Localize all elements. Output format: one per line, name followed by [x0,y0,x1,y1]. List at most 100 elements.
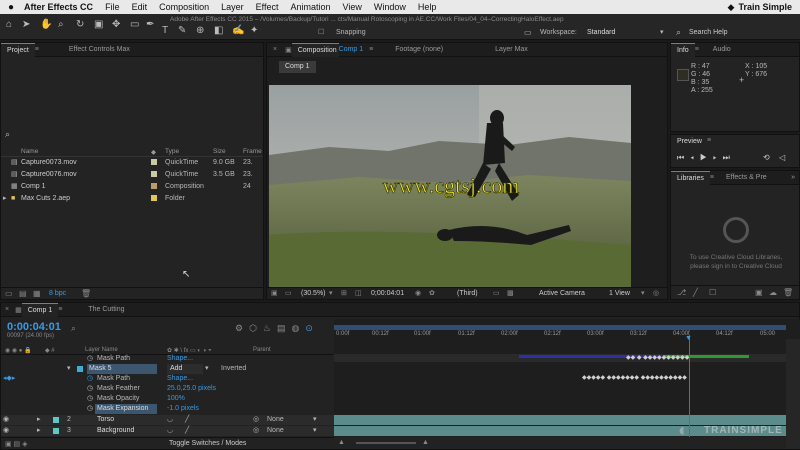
mask-tool-icon[interactable]: ▭ [130,19,139,30]
tab-composition-name[interactable]: Comp 1 [339,46,364,53]
roto-brush-icon[interactable]: ✍ [232,25,244,36]
interpret-footage-icon[interactable]: ▭ [5,289,13,298]
menu-app-name[interactable]: After Effects CC [24,2,93,12]
menu-help[interactable]: Help [418,2,437,12]
reset-exposure-icon[interactable]: ◎ [653,289,659,297]
label-swatch[interactable] [151,183,157,189]
label-swatch[interactable] [151,195,157,201]
disclosure-triangle-icon[interactable]: ▸ [3,193,7,204]
tab-timeline-comp[interactable]: Comp 1 [21,302,59,317]
sync-icon[interactable]: ☁ [769,288,777,297]
table-row[interactable]: ◷ Mask Expansion -1.0 pixels [1,404,334,414]
camera-tool-icon[interactable]: ▣ [94,19,103,30]
view-layout-select[interactable]: 1 View [609,290,630,297]
work-area-bar[interactable] [334,325,786,330]
zoom-tool-icon[interactable]: ⌕ [58,19,64,30]
brush-icon[interactable]: ╱ [693,288,698,297]
zoom-select[interactable]: (30.5%) [301,290,326,297]
selection-tool-icon[interactable]: ➤ [22,19,30,30]
puppet-pin-icon[interactable]: ✦ [250,25,258,36]
label-swatch[interactable] [53,428,59,434]
disclosure-triangle-icon[interactable]: ▾ [67,364,71,374]
comp-viewport[interactable]: www.cgtsj.com [269,85,631,287]
quality-switch-icon[interactable]: ╱ [185,415,189,425]
resolution-select[interactable]: (Third) [457,290,478,297]
draft-3d-icon[interactable]: ⬡ [249,323,263,333]
dropdown-icon[interactable]: ▾ [329,289,333,297]
stopwatch-icon[interactable]: ◷ [87,394,93,404]
prev-frame-icon[interactable]: ◂ [690,153,700,162]
snapping-checkbox[interactable]: ☐ [318,28,324,36]
list-item[interactable]: ▤ Capture0076.mov QuickTime 3.5 GB 23. [1,169,261,180]
menu-animation[interactable]: Animation [291,2,331,12]
menu-edit[interactable]: Edit [132,2,148,12]
menu-layer[interactable]: Layer [221,2,244,12]
menu-composition[interactable]: Composition [159,2,209,12]
keyframe-nav-icon[interactable]: ◂◆▸ [3,374,15,384]
views-dropdown-icon[interactable]: ▾ [641,289,645,297]
trash-icon[interactable]: 🗑 [783,288,793,297]
tab-info[interactable]: Info [671,42,695,57]
visibility-icon[interactable]: ◉ [3,415,9,425]
panel-menu-icon[interactable]: ≡ [707,137,711,144]
shy-switch-icon[interactable]: ◡ [167,426,173,436]
list-item[interactable]: ▤ Capture0073.mov QuickTime 9.0 GB 23. [1,157,261,168]
bit-depth-button[interactable]: 8 bpc [49,290,66,297]
mask-visibility-icon[interactable]: ◫ [355,289,362,297]
shy-icon[interactable]: ♨ [263,323,277,333]
rotate-tool-icon[interactable]: ↻ [76,19,84,30]
inverted-checkbox-label[interactable]: Inverted [221,364,246,374]
stock-icon[interactable]: ▣ [755,288,763,297]
keyframe-row[interactable]: ◆◆ ◆ ◆◆◆◆◆◆◆◆◆◆ [626,354,689,361]
timeline-search-icon[interactable]: ⌕ [71,323,76,334]
mute-icon[interactable]: ◁ [779,153,785,162]
label-swatch[interactable] [53,417,59,423]
workspace-select[interactable]: Standard [587,29,615,36]
table-row[interactable]: ▾ Mask 5 Add ▾ Inverted [1,364,334,374]
disclosure-triangle-icon[interactable]: ▸ [37,415,41,425]
snapshot-icon[interactable]: ◉ [415,289,421,297]
trash-icon[interactable]: 🗑 [81,289,91,298]
new-comp-icon[interactable]: ▦ [33,289,41,298]
mask-name[interactable]: Mask 5 [87,364,157,374]
frame-blending-icon[interactable]: ▤ [277,323,292,333]
more-panels-icon[interactable]: » [791,174,795,181]
workspace-dropdown-icon[interactable]: ▾ [660,28,664,36]
panel-menu-icon[interactable]: ≡ [695,46,699,53]
tab-timeline-cutting[interactable]: The Cutting [82,303,130,317]
tab-layer[interactable]: Layer Max [489,43,534,57]
pan-behind-tool-icon[interactable]: ✥ [112,19,120,30]
property-value[interactable]: 25.0,25.0 pixels [167,384,216,394]
apple-icon[interactable]: ● [8,2,14,13]
comp-mini-flowchart-icon[interactable]: ⚙ [235,323,249,333]
grid-icon[interactable]: ⊞ [341,289,347,297]
col-name[interactable]: Name [21,148,38,155]
visibility-icon[interactable]: ◉ [3,426,9,436]
lock-icon[interactable]: ▣ [285,46,292,54]
col-type[interactable]: Type [165,148,179,155]
shy-switch-icon[interactable]: ◡ [167,415,173,425]
project-search-icon[interactable]: ⌕ [5,129,10,140]
panel-menu-icon[interactable]: ≡ [58,306,62,313]
table-row[interactable]: ◂◆▸ ◷ Mask Path Shape... [1,374,334,384]
stopwatch-icon[interactable]: ◷ [87,404,93,414]
parent-pickwhip-icon[interactable]: ◎ [253,426,259,436]
home-icon[interactable]: ⌂ [6,19,12,30]
panel-menu-icon[interactable]: ≡ [369,46,373,53]
playhead-icon[interactable]: ▼ [685,335,692,342]
list-item[interactable]: ▦ Comp 1 Composition 24 [1,181,261,192]
layer-switches-icon[interactable]: ▣ ▤ ◈ [5,440,28,448]
col-frame[interactable]: Frame [243,148,262,155]
table-row[interactable]: ◷ Mask Feather 25.0,25.0 pixels [1,384,334,394]
brush-tool-icon[interactable]: ✎ [178,25,186,36]
disclosure-triangle-icon[interactable]: ▸ [37,426,41,436]
transparency-grid-icon[interactable]: ▩ [507,289,514,297]
parent-pickwhip-icon[interactable]: ◎ [253,415,259,425]
comp-breadcrumb[interactable]: Comp 1 [279,61,316,73]
search-icon[interactable]: ⌕ [676,27,681,38]
new-folder-icon[interactable]: ▤ [19,289,27,298]
add-icon[interactable]: ☐ [709,288,716,297]
property-value[interactable]: Shape... [167,374,193,384]
graph-editor-icon[interactable]: ⊙ [305,323,319,333]
region-icon[interactable]: ▣ [271,289,278,297]
